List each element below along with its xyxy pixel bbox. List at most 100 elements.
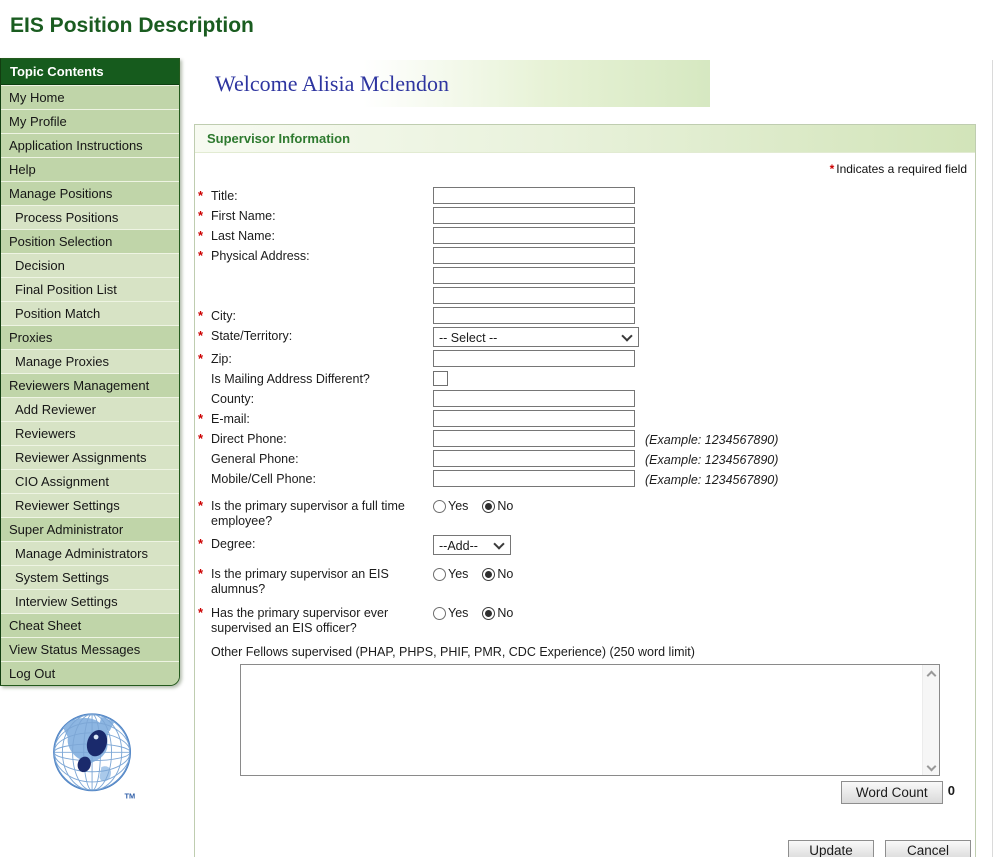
physical-address-input-3[interactable] [433,287,635,304]
form-row-mobile-phone: Mobile/Cell Phone: (Example: 1234567890) [195,470,975,487]
sidebar-item-proxies[interactable]: Proxies [1,325,179,349]
required-marker: * [830,162,835,176]
form-row-supervised-eis-officer: *Has the primary supervisor ever supervi… [195,604,975,636]
field-label: Physical Address: [211,249,310,263]
field-label: First Name: [211,209,276,223]
phone-example-hint: (Example: 1234567890) [645,470,778,487]
sidebar-item-my-home[interactable]: My Home [1,85,179,109]
first-name-input[interactable] [433,207,635,224]
main-content: Welcome Alisia Mclendon Supervisor Infor… [186,60,993,857]
eis-alumnus-radio-group: Yes No [433,565,513,581]
eis-alumnus-radio-yes[interactable] [433,568,446,581]
form-row-last-name: *Last Name: [195,227,975,244]
form-row-mailing-address-different: Is Mailing Address Different? [195,370,975,387]
update-button[interactable]: Update [788,840,874,857]
supervisor-information-panel: Supervisor Information * Indicates a req… [194,124,976,857]
sidebar-item-view-status-messages[interactable]: View Status Messages [1,637,179,661]
supervised-eis-officer-radio-group: Yes No [433,604,513,620]
sidebar-item-manage-positions[interactable]: Manage Positions [1,181,179,205]
full-time-employee-radio-yes[interactable] [433,500,446,513]
field-label: State/Territory: [211,329,292,343]
welcome-text: Welcome Alisia Mclendon [200,71,449,97]
topic-contents-sidebar: Topic Contents My Home My Profile Applic… [0,58,180,686]
state-territory-select[interactable]: -- Select -- [433,327,639,347]
title-input[interactable] [433,187,635,204]
sidebar-item-reviewer-assignments[interactable]: Reviewer Assignments [1,445,179,469]
sidebar-item-final-position-list[interactable]: Final Position List [1,277,179,301]
sidebar-item-interview-settings[interactable]: Interview Settings [1,589,179,613]
field-label: Direct Phone: [211,432,287,446]
form-row-email: *E-mail: [195,410,975,427]
form-row-county: County: [195,390,975,407]
panel-header: Supervisor Information [195,125,975,153]
city-input[interactable] [433,307,635,324]
field-label: Is Mailing Address Different? [211,372,370,386]
eis-position-description-page: EIS Position Description Topic Contents … [0,0,1002,857]
sidebar-item-log-out[interactable]: Log Out [1,661,179,685]
trademark-text: TM [125,792,136,801]
eis-alumnus-radio-no[interactable] [482,568,495,581]
full-time-employee-radio-no[interactable] [482,500,495,513]
supervisor-form: *Title: *First Name: *Last Name: *Physic… [195,187,975,857]
field-label: Is the primary supervisor a full time em… [211,499,405,528]
sidebar-item-manage-administrators[interactable]: Manage Administrators [1,541,179,565]
panel-title: Supervisor Information [207,131,350,146]
physical-address-input-2[interactable] [433,267,635,284]
welcome-banner: Welcome Alisia Mclendon [200,60,710,107]
other-fellows-textarea[interactable] [240,664,940,776]
physical-address-input-1[interactable] [433,247,635,264]
form-row-eis-alumnus: *Is the primary supervisor an EIS alumnu… [195,565,975,597]
zip-input[interactable] [433,350,635,367]
mobile-phone-input[interactable] [433,470,635,487]
sidebar-item-reviewers-management[interactable]: Reviewers Management [1,373,179,397]
sidebar-item-cio-assignment[interactable]: CIO Assignment [1,469,179,493]
other-fellows-label: Other Fellows supervised (PHAP, PHPS, PH… [211,645,975,659]
eis-globe-footprint-logo: TM [42,700,144,812]
sidebar-item-help[interactable]: Help [1,157,179,181]
general-phone-input[interactable] [433,450,635,467]
field-label: City: [211,309,236,323]
page-title: EIS Position Description [10,14,254,38]
sidebar-item-reviewer-settings[interactable]: Reviewer Settings [1,493,179,517]
form-row-physical-address: *Physical Address: [195,247,975,264]
sidebar-item-position-selection[interactable]: Position Selection [1,229,179,253]
direct-phone-input[interactable] [433,430,635,447]
full-time-employee-radio-group: Yes No [433,497,513,513]
sidebar-item-application-instructions[interactable]: Application Instructions [1,133,179,157]
sidebar-item-super-administrator[interactable]: Super Administrator [1,517,179,541]
supervised-eis-officer-radio-yes[interactable] [433,607,446,620]
form-row-degree: *Degree: --Add-- [195,535,975,555]
last-name-input[interactable] [433,227,635,244]
scroll-down-icon[interactable] [923,759,939,775]
sidebar-item-decision[interactable]: Decision [1,253,179,277]
field-label: E-mail: [211,412,250,426]
field-label: Zip: [211,352,232,366]
sidebar-item-system-settings[interactable]: System Settings [1,565,179,589]
field-label: Title: [211,189,238,203]
degree-select[interactable]: --Add-- [433,535,511,555]
required-field-note: * Indicates a required field [195,153,975,187]
mailing-address-different-checkbox[interactable] [433,371,448,386]
county-input[interactable] [433,390,635,407]
form-row-state-territory: *State/Territory: -- Select -- [195,327,975,347]
form-row-address-line-2 [195,267,975,284]
email-input[interactable] [433,410,635,427]
sidebar-item-reviewers[interactable]: Reviewers [1,421,179,445]
word-count-button[interactable]: Word Count [841,781,943,804]
scroll-up-icon[interactable] [923,665,939,681]
supervised-eis-officer-radio-no[interactable] [482,607,495,620]
form-row-full-time-employee: *Is the primary supervisor a full time e… [195,497,975,529]
sidebar-item-add-reviewer[interactable]: Add Reviewer [1,397,179,421]
cancel-button[interactable]: Cancel [885,840,971,857]
phone-example-hint: (Example: 1234567890) [645,450,778,467]
sidebar-item-position-match[interactable]: Position Match [1,301,179,325]
sidebar-item-cheat-sheet[interactable]: Cheat Sheet [1,613,179,637]
sidebar-header: Topic Contents [1,59,179,85]
field-label: Is the primary supervisor an EIS alumnus… [211,567,389,596]
field-label: County: [211,392,254,406]
sidebar-item-my-profile[interactable]: My Profile [1,109,179,133]
textarea-scrollbar[interactable] [922,665,939,775]
sidebar-item-manage-proxies[interactable]: Manage Proxies [1,349,179,373]
sidebar-item-process-positions[interactable]: Process Positions [1,205,179,229]
field-label: Degree: [211,537,255,551]
